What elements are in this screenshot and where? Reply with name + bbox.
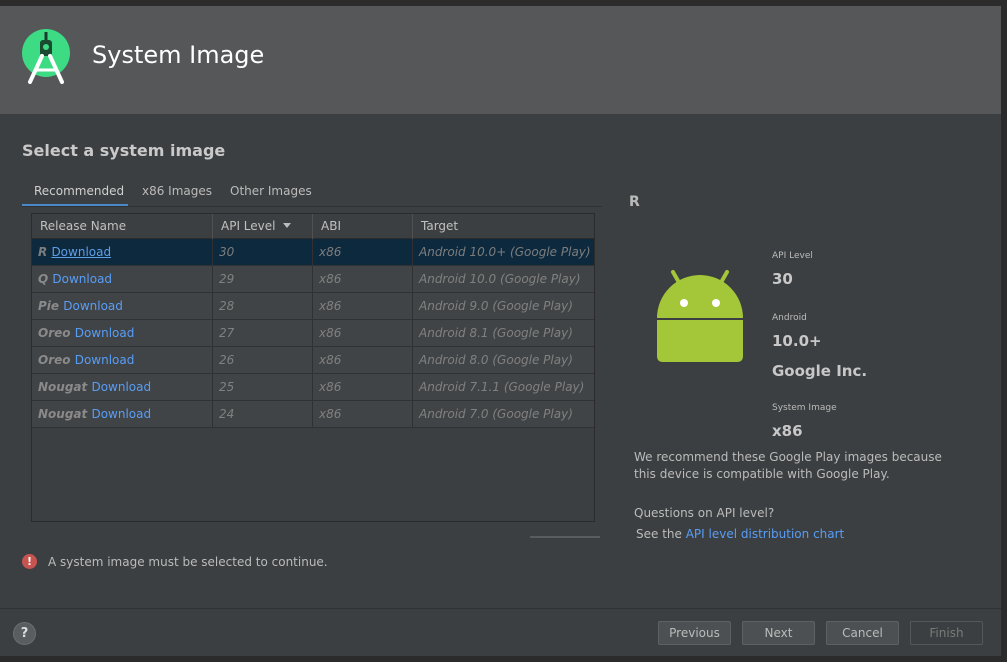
table-row[interactable]: Nougat Download 24 x86 Android 7.0 (Goog… xyxy=(32,401,594,428)
api-chart-line: See the API level distribution chart xyxy=(636,526,956,538)
android-robot-icon xyxy=(657,270,743,362)
android-version-value: 10.0+ xyxy=(772,332,822,350)
table-row[interactable]: Oreo Download 26 x86 Android 8.0 (Google… xyxy=(32,347,594,374)
abi-cell: x86 xyxy=(313,239,413,266)
selected-release-title: R xyxy=(629,194,640,210)
api-level-cell: 24 xyxy=(213,401,313,428)
release-name: Oreo xyxy=(38,326,71,340)
release-name-cell: Oreo Download xyxy=(32,320,213,347)
next-button[interactable]: Next xyxy=(742,621,815,645)
column-abi[interactable]: ABI xyxy=(313,214,413,239)
api-level-cell: 30 xyxy=(213,239,313,266)
target-cell: Android 10.0+ (Google Play) xyxy=(419,245,591,259)
download-link[interactable]: Download xyxy=(91,407,151,421)
download-link[interactable]: Download xyxy=(91,380,151,394)
download-link[interactable]: Download xyxy=(75,353,135,367)
table-row[interactable]: Pie Download 28 x86 Android 9.0 (Google … xyxy=(32,293,594,320)
dialog-title: System Image xyxy=(92,41,265,69)
download-link[interactable]: Download xyxy=(51,245,111,259)
release-name-cell: Nougat Download xyxy=(32,374,213,401)
release-name: Nougat xyxy=(38,380,88,394)
abi-cell: x86 xyxy=(313,320,413,347)
download-link[interactable]: Download xyxy=(75,326,135,340)
release-name-cell: Pie Download xyxy=(32,293,213,320)
release-name: Oreo xyxy=(38,353,71,367)
cancel-button[interactable]: Cancel xyxy=(826,621,899,645)
system-image-dialog: System Image Select a system image Recom… xyxy=(0,6,1001,656)
column-api-level-label: API Level xyxy=(221,219,276,233)
release-name-cell: Oreo Download xyxy=(32,347,213,374)
table-body: R Download 30 x86 Android 10.0+ (Google … xyxy=(32,239,594,428)
release-name-cell: Q Download xyxy=(32,266,213,293)
api-level-question: Questions on API level? xyxy=(634,506,775,520)
column-release-name[interactable]: Release Name xyxy=(32,214,213,239)
system-image-table: Release Name API Level ABI Target R Down… xyxy=(31,213,595,522)
vendor-value: Google Inc. xyxy=(772,362,868,380)
android-studio-logo-icon xyxy=(22,29,70,84)
download-link[interactable]: Download xyxy=(52,272,112,286)
image-tabs: Recommended x86 Images Other Images xyxy=(22,180,602,208)
api-level-label: API Level xyxy=(772,251,813,261)
table-header: Release Name API Level ABI Target xyxy=(32,214,594,239)
horizontal-scrollbar[interactable] xyxy=(530,536,600,538)
release-name-cell: R Download xyxy=(32,239,213,266)
release-name: Nougat xyxy=(38,407,88,421)
android-label: Android xyxy=(772,313,807,323)
table-row[interactable]: R Download 30 x86 Android 10.0+ (Google … xyxy=(32,239,594,266)
tabs-divider xyxy=(22,206,602,207)
dialog-header: System Image xyxy=(0,6,1001,114)
tab-other-images[interactable]: Other Images xyxy=(218,183,324,207)
table-row[interactable]: Q Download 29 x86 Android 10.0 (Google P… xyxy=(32,266,594,293)
release-name: Pie xyxy=(38,299,60,313)
abi-cell: x86 xyxy=(313,293,413,320)
see-the-text: See the xyxy=(636,527,686,538)
api-level-value: 30 xyxy=(772,270,793,288)
abi-cell: x86 xyxy=(313,266,413,293)
target-cell: Android 7.1.1 (Google Play) xyxy=(419,380,585,394)
release-name: R xyxy=(38,245,48,259)
target-cell: Android 9.0 (Google Play) xyxy=(419,299,573,313)
section-title: Select a system image xyxy=(22,141,226,160)
window-edge xyxy=(1001,6,1007,662)
footer-divider xyxy=(0,608,1001,609)
sort-descending-icon xyxy=(283,223,292,228)
api-level-cell: 29 xyxy=(213,266,313,293)
previous-button[interactable]: Previous xyxy=(658,621,731,645)
recommendation-text: We recommend these Google Play images be… xyxy=(634,450,942,481)
error-message: A system image must be selected to conti… xyxy=(48,555,328,569)
finish-button[interactable]: Finish xyxy=(910,621,983,645)
abi-cell: x86 xyxy=(313,401,413,428)
tab-x86-images[interactable]: x86 Images xyxy=(130,183,224,207)
taskbar-strip xyxy=(0,656,1007,662)
release-name: Q xyxy=(38,272,49,286)
table-row[interactable]: Oreo Download 27 x86 Android 8.1 (Google… xyxy=(32,320,594,347)
target-cell: Android 7.0 (Google Play) xyxy=(419,407,573,421)
help-button[interactable]: ? xyxy=(13,622,36,645)
abi-cell: x86 xyxy=(313,374,413,401)
api-level-cell: 26 xyxy=(213,347,313,374)
api-level-cell: 27 xyxy=(213,320,313,347)
error-icon: ! xyxy=(22,554,37,569)
api-level-chart-link[interactable]: API level distribution chart xyxy=(686,527,845,538)
download-link[interactable]: Download xyxy=(63,299,123,313)
release-name-cell: Nougat Download xyxy=(32,401,213,428)
api-level-cell: 28 xyxy=(213,293,313,320)
target-cell: Android 10.0 (Google Play) xyxy=(419,272,581,286)
api-level-cell: 25 xyxy=(213,374,313,401)
column-target[interactable]: Target xyxy=(413,214,594,239)
column-api-level[interactable]: API Level xyxy=(213,214,313,239)
target-cell: Android 8.0 (Google Play) xyxy=(419,353,573,367)
target-cell: Android 8.1 (Google Play) xyxy=(419,326,573,340)
table-row[interactable]: Nougat Download 25 x86 Android 7.1.1 (Go… xyxy=(32,374,594,401)
system-image-value: x86 xyxy=(772,422,803,440)
system-image-label: System Image xyxy=(772,403,837,413)
abi-cell: x86 xyxy=(313,347,413,374)
